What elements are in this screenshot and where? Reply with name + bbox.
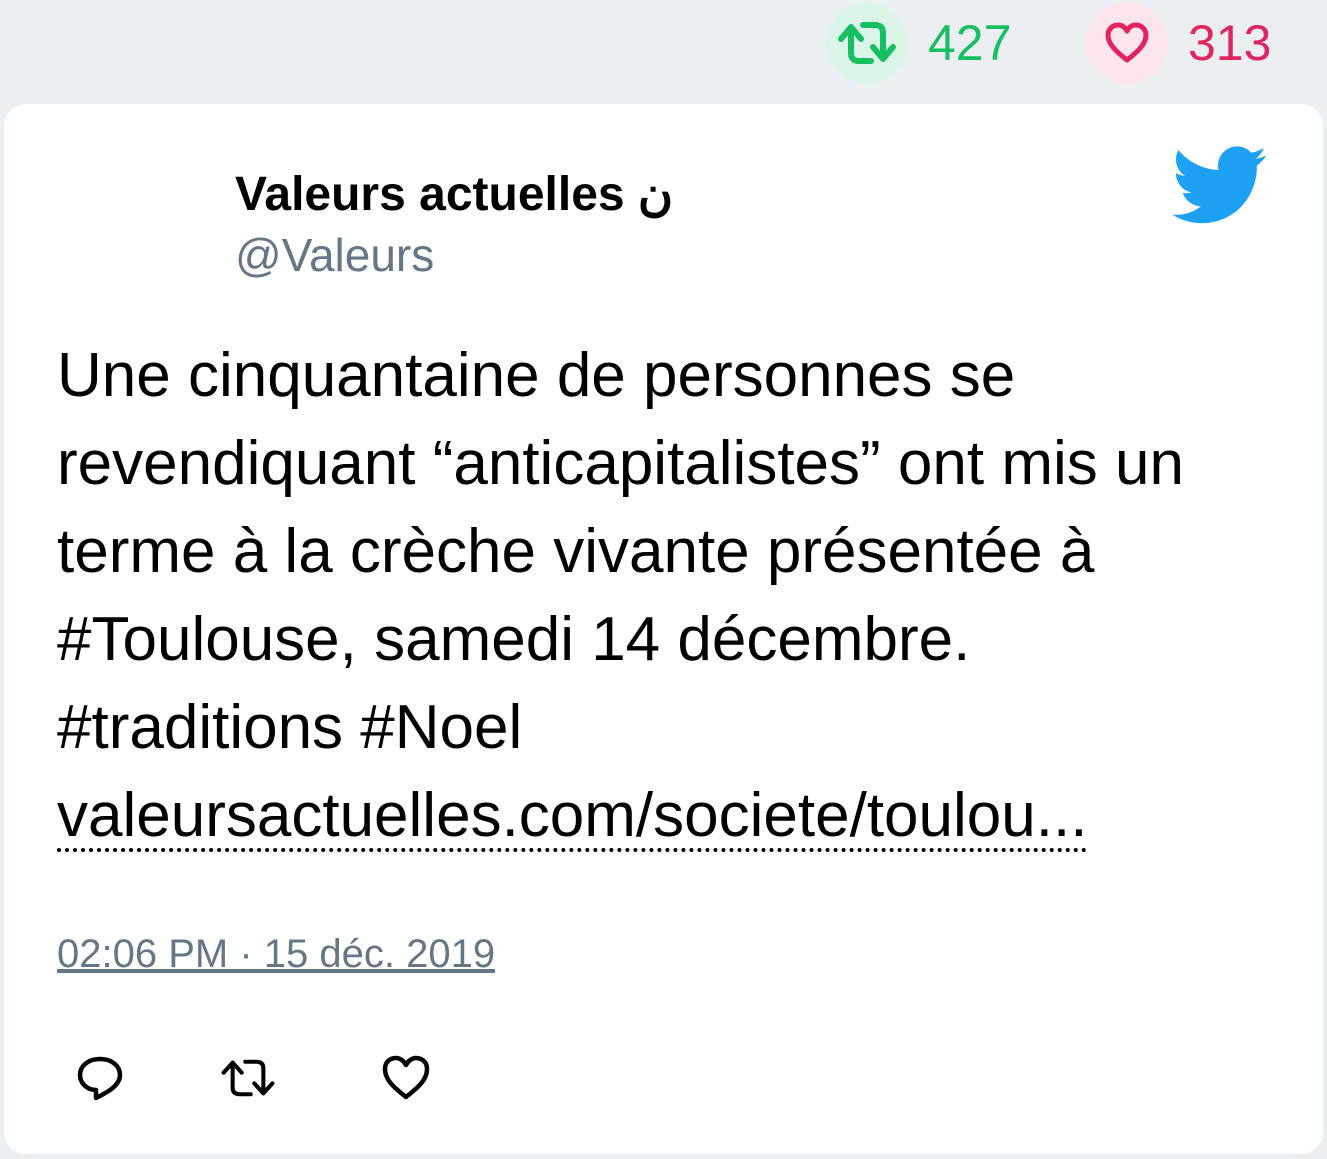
tweet-text-line: Une cinquantaine de personnes se: [57, 341, 1016, 410]
heart-icon: [1086, 2, 1168, 84]
author-handle[interactable]: @Valeurs: [235, 228, 434, 282]
retweet-button[interactable]: [220, 1050, 276, 1106]
tweet-timestamp[interactable]: 02:06 PM · 15 déc. 2019: [57, 932, 495, 977]
reply-icon: [77, 1056, 123, 1101]
tweet-text-line: #traditions #Noel: [57, 693, 523, 762]
retweet-icon: [826, 2, 908, 84]
tweet-card: Valeurs actuelles ن @Valeurs Une cinquan…: [4, 104, 1323, 1154]
twitter-bird-icon[interactable]: [1172, 146, 1268, 226]
tweet-text-line: #Toulouse, samedi 14 décembre.: [57, 605, 971, 674]
reply-button[interactable]: [72, 1050, 128, 1106]
tweet-text: Une cinquantaine de personnes se revendi…: [57, 332, 1297, 860]
retweet-stat[interactable]: 427: [826, 2, 1011, 84]
like-stat[interactable]: 313: [1086, 2, 1271, 84]
like-count: 313: [1188, 15, 1272, 71]
retweet-icon: [221, 1059, 275, 1097]
tweet-stats-bar: 427 313: [0, 0, 1327, 100]
retweet-count: 427: [928, 15, 1012, 71]
author-name[interactable]: Valeurs actuelles ن: [235, 166, 673, 222]
article-link[interactable]: valeursactuelles.com/societe/toulou...: [57, 784, 1088, 852]
tweet-text-line: revendiquant “anticapitalistes” ont mis …: [57, 429, 1184, 498]
tweet-text-line: terme à la crèche vivante présentée à: [57, 517, 1095, 586]
heart-icon: [382, 1055, 430, 1100]
like-button[interactable]: [378, 1050, 434, 1106]
